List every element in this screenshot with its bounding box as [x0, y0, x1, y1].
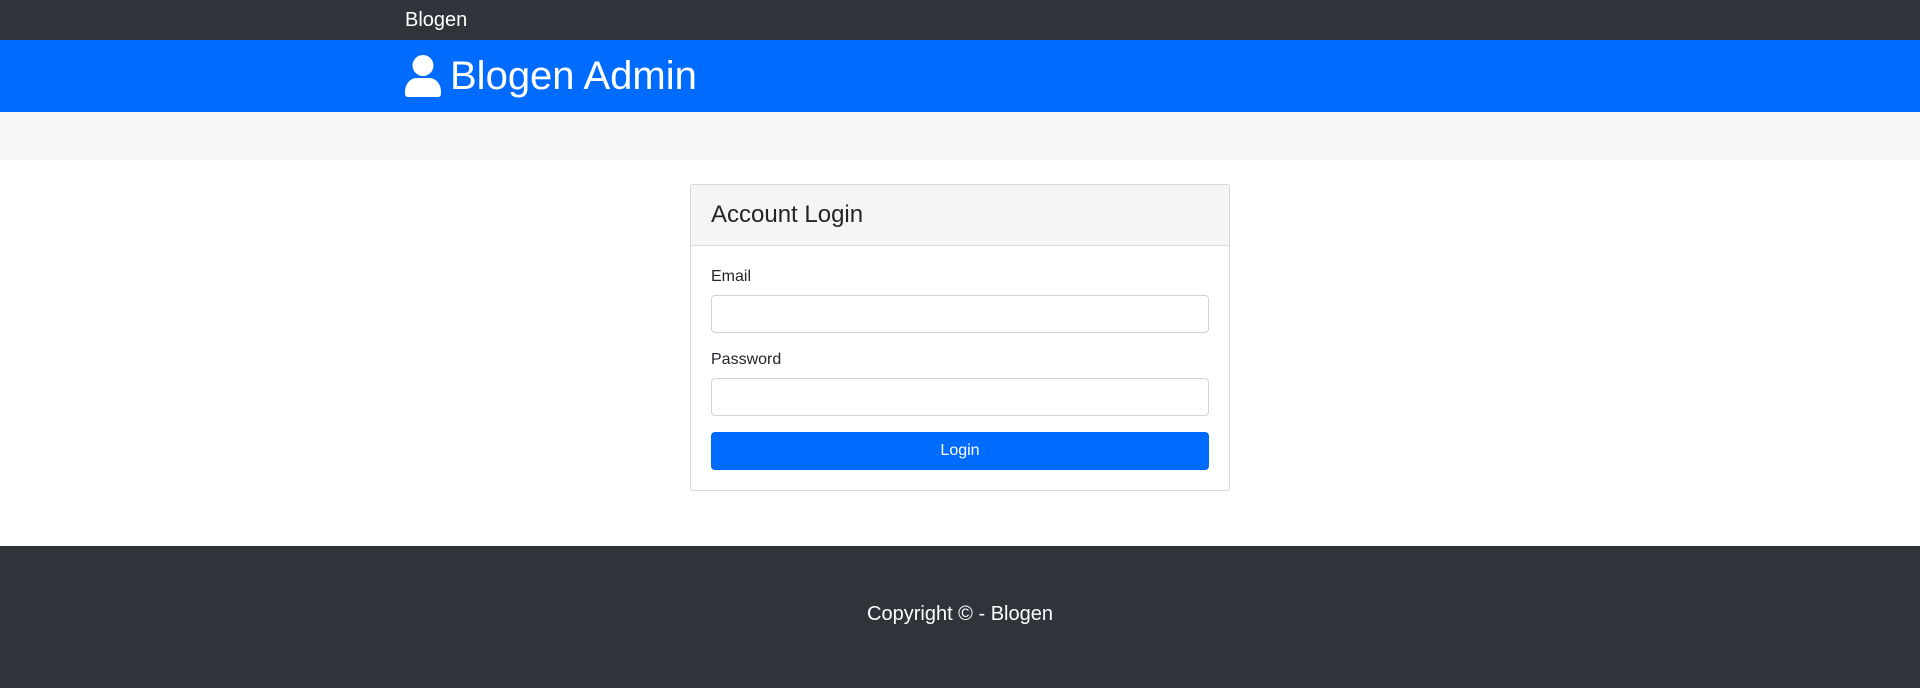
user-icon	[405, 55, 441, 97]
email-label: Email	[711, 268, 752, 285]
navbar-brand-link[interactable]: Blogen	[405, 9, 467, 32]
subheader-strip	[0, 112, 1920, 160]
footer-copyright: Copyright © - Blogen	[867, 602, 1053, 625]
page-header: Blogen Admin	[0, 40, 1920, 112]
header-container: Blogen Admin	[405, 40, 1515, 112]
login-card: Account Login Email Password Login	[690, 184, 1230, 491]
navbar-container: Blogen	[405, 0, 1515, 40]
login-button[interactable]: Login	[711, 432, 1209, 470]
email-field[interactable]	[711, 295, 1209, 333]
password-field[interactable]	[711, 378, 1209, 416]
login-card-title: Account Login	[711, 201, 864, 228]
top-navbar: Blogen	[0, 0, 1920, 40]
login-card-header: Account Login	[691, 185, 1229, 246]
password-label: Password	[711, 351, 782, 368]
login-form: Email Password Login	[711, 268, 1209, 470]
page-title: Blogen Admin	[450, 53, 697, 98]
login-card-body: Email Password Login	[691, 246, 1229, 490]
page-footer: Copyright © - Blogen	[0, 546, 1920, 688]
main-content: Account Login Email Password Login	[0, 160, 1920, 546]
